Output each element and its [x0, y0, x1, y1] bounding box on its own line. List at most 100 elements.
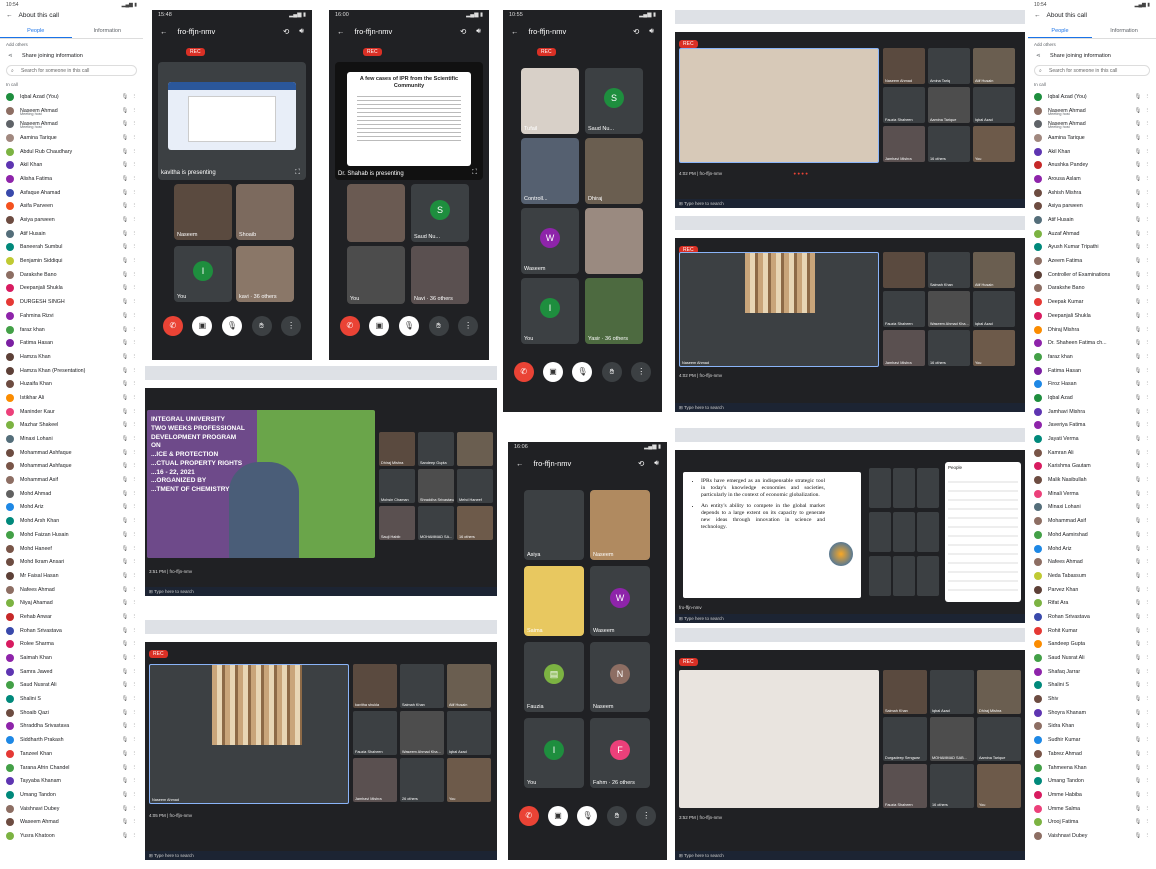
meeting-code[interactable]: fro-ffjn-nmv	[529, 27, 567, 36]
participant-row[interactable]: Parvez Khan 🎙︎ ⋮	[1028, 583, 1156, 597]
participant-row[interactable]: Anushka Pandey 🎙︎ ⋮	[1028, 158, 1156, 172]
more-icon[interactable]: ⋮	[1145, 176, 1151, 182]
thumbnail-tile[interactable]: Mehd Haneef	[457, 469, 493, 503]
thumbnail-tile[interactable]: Aamina Tarique	[977, 717, 1021, 761]
more-icon[interactable]: ⋮	[132, 135, 138, 141]
participant-row[interactable]: Shoaib Qazi 🎙︎ ⋮	[0, 706, 143, 720]
more-icon[interactable]: ⋮	[1145, 121, 1151, 127]
thumbnail-tile[interactable]: Saimah Khan	[400, 664, 444, 708]
more-icon[interactable]: ⋮	[1145, 778, 1151, 784]
participant-row[interactable]: Atif Husain 🎙︎ ⋮	[0, 227, 143, 241]
back-arrow-icon[interactable]: ←	[511, 27, 519, 36]
participant-row[interactable]: Yusra Khatoon 🎙︎ ⋮	[0, 829, 143, 843]
participant-row[interactable]: Mazhar Shakeel 🎙︎ ⋮	[0, 419, 143, 433]
participant-tile[interactable]: ▤ Fauzia	[524, 642, 584, 712]
participant-row[interactable]: Darakshe Bano 🎙︎ ⋮	[1028, 282, 1156, 296]
participant-row[interactable]: Tayyaba Khanam 🎙︎ ⋮	[0, 774, 143, 788]
participant-row[interactable]: faraz khan 🎙︎ ⋮	[0, 323, 143, 337]
thumbnail-tile[interactable]: Naseem Ahmad	[883, 48, 925, 84]
participant-row[interactable]: Vaishnavi Dubey 🎙︎ ⋮	[1028, 829, 1156, 843]
thumbnail-tile[interactable]	[457, 432, 493, 466]
participant-row[interactable]: Mohd Faizan Husain 🎙︎ ⋮	[0, 528, 143, 542]
more-icon[interactable]: ⋮	[132, 710, 138, 716]
participant-row[interactable]: Alisha Fatima 🎙︎ ⋮	[0, 172, 143, 186]
raise-hand-button[interactable]: ✋︎	[428, 316, 449, 336]
more-icon[interactable]: ⋮	[1145, 368, 1151, 374]
participant-row[interactable]: Mohd Ikram Ansari 🎙︎ ⋮	[0, 555, 143, 569]
participant-tile-you[interactable]: I You	[524, 718, 584, 788]
more-icon[interactable]: ⋮	[1145, 94, 1151, 100]
participant-row[interactable]: Iqbal Azad (You) 🎙︎ ⋮	[0, 90, 143, 104]
participant-tile[interactable]: S Saud Nu...	[411, 184, 469, 242]
thumbnail-tile[interactable]: Iqbal Azad	[973, 87, 1015, 123]
participant-row[interactable]: Azeem Fatima 🎙︎ ⋮	[1028, 254, 1156, 268]
more-icon[interactable]: ⋮	[1145, 409, 1151, 415]
participant-row[interactable]: Ashish Mishra 🎙︎ ⋮	[1028, 186, 1156, 200]
more-icon[interactable]: ⋮	[132, 833, 138, 839]
address-bar[interactable]	[675, 230, 1025, 238]
more-icon[interactable]: ⋮	[132, 765, 138, 771]
more-icon[interactable]: ⋮	[1145, 614, 1151, 620]
presentation-tile[interactable]: kavitha is presenting ⛶	[158, 62, 306, 180]
more-icon[interactable]: ⋮	[132, 244, 138, 250]
main-video-tile[interactable]: INTEGRAL UNIVERSITY TWO WEEKS PROFESSION…	[147, 410, 375, 558]
thumbnail-tile[interactable]: MOHAMMAD SAB...	[930, 717, 974, 761]
thumbnail-tile[interactable]: Durgadeep Sengwar	[883, 717, 927, 761]
more-icon[interactable]: ⋮	[132, 258, 138, 264]
more-icon[interactable]: ⋮	[132, 504, 138, 510]
presentation-tile[interactable]: A few cases of IPR from the Scientific C…	[335, 62, 483, 180]
main-video-tile[interactable]	[679, 670, 879, 808]
camera-off-button[interactable]: ▣	[192, 316, 213, 336]
thumbnail-tile[interactable]: MOHAMMAD SA...	[418, 506, 454, 540]
more-icon[interactable]: ⋮	[132, 819, 138, 825]
participant-row[interactable]: Akil Khan 🎙︎ ⋮	[0, 158, 143, 172]
more-icon[interactable]: ⋮	[132, 491, 138, 497]
more-icon[interactable]: ⋮	[1145, 737, 1151, 743]
more-icon[interactable]: ⋮	[132, 628, 138, 634]
participant-row[interactable]: Umang Tandon 🎙︎ ⋮	[0, 788, 143, 802]
participant-row[interactable]: Deepanjali Shukla 🎙︎ ⋮	[0, 282, 143, 296]
participant-row[interactable]: Firoz Hasan 🎙︎ ⋮	[1028, 377, 1156, 391]
more-icon[interactable]: ⋮	[1145, 463, 1151, 469]
more-options-button[interactable]: ⋮	[281, 316, 302, 336]
more-icon[interactable]: ⋮	[1145, 395, 1151, 401]
thumbnail-tile[interactable]	[883, 252, 925, 288]
share-joining-info[interactable]: ⋖ Share joining information	[0, 50, 143, 62]
speaker-icon[interactable]: 🔊︎	[476, 26, 481, 36]
participant-row[interactable]: Niyaj Ahamad 🎙︎ ⋮	[0, 596, 143, 610]
more-icon[interactable]: ⋮	[132, 422, 138, 428]
tab-people[interactable]: People	[1028, 25, 1092, 38]
participant-row[interactable]: Karishma Gautam 🎙︎ ⋮	[1028, 460, 1156, 474]
thumbnail-tile[interactable]	[869, 556, 891, 596]
participant-tile[interactable]	[585, 208, 643, 274]
more-icon[interactable]: ⋮	[132, 94, 138, 100]
thumbnail-tile[interactable]: You	[447, 758, 491, 802]
switch-camera-icon[interactable]: ⟲	[633, 27, 639, 36]
participant-row[interactable]: Mohammad Ashfaque 🎙︎ ⋮	[0, 446, 143, 460]
more-icon[interactable]: ⋮	[1145, 696, 1151, 702]
more-icon[interactable]: ⋮	[1145, 532, 1151, 538]
more-icon[interactable]: ⋮	[1145, 381, 1151, 387]
participant-tile[interactable]: Asiya	[524, 490, 584, 560]
participant-row[interactable]: Mohammad Asif 🎙︎ ⋮	[1028, 514, 1156, 528]
participant-row[interactable]: Shiv 🎙︎ ⋮	[1028, 692, 1156, 706]
thumbnail-tile[interactable]	[917, 468, 939, 508]
tab-people[interactable]: People	[0, 25, 72, 38]
more-icon[interactable]: ⋮	[1145, 504, 1151, 510]
thumbnail-tile[interactable]: Jamhavi Mishra	[883, 126, 925, 162]
participant-row[interactable]: Neda Tabassum 🎙︎ ⋮	[1028, 569, 1156, 583]
mic-off-button[interactable]: 🎙︎	[398, 316, 419, 336]
more-icon[interactable]: ⋮	[1145, 641, 1151, 647]
more-icon[interactable]: ⋮	[1145, 628, 1151, 634]
participant-tile[interactable]: W Waseem	[590, 566, 650, 636]
main-video-tile[interactable]: Naseem Ahmad	[149, 664, 349, 804]
participant-row[interactable]: Rehab Anwar 🎙︎ ⋮	[0, 610, 143, 624]
back-arrow-icon[interactable]: ←	[337, 27, 345, 36]
participant-row[interactable]: Arousa Aslam 🎙︎ ⋮	[1028, 172, 1156, 186]
thumbnail-tile[interactable]: Dhiraj Mishra	[379, 432, 415, 466]
speaker-icon[interactable]: 🔊︎	[654, 458, 659, 468]
participant-row[interactable]: Urooj Fatima 🎙︎ ⋮	[1028, 815, 1156, 829]
more-icon[interactable]: ⋮	[132, 587, 138, 593]
participant-row[interactable]: Samra Jawed 🎙︎ ⋮	[0, 665, 143, 679]
thumbnail-tile[interactable]: Waseem Ahmad Kha...	[400, 711, 444, 755]
